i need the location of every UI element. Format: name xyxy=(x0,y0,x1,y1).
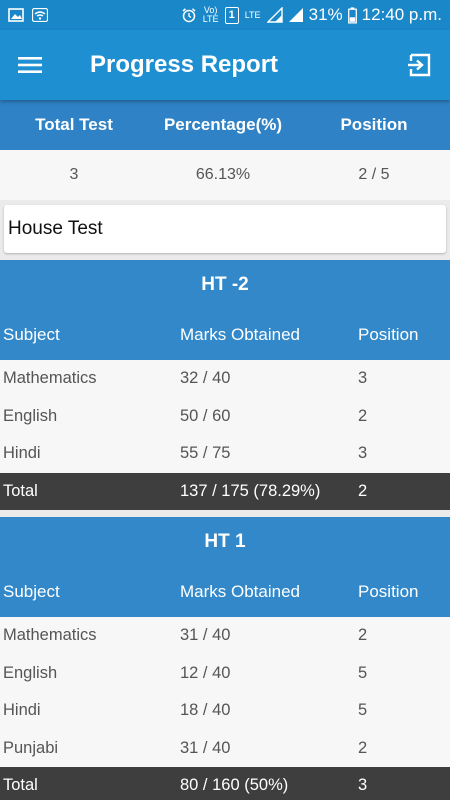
exam-table-header: Subject Marks Obtained Position xyxy=(0,567,450,617)
table-row: Punjabi 31 / 40 2 xyxy=(0,729,450,767)
cell-marks: 50 / 60 xyxy=(180,406,231,425)
status-bar: Vo) LTE 1 LTE 31% 12:40 p.m. xyxy=(0,0,450,30)
total-row: Total 137 / 175 (78.29%) 2 xyxy=(0,472,450,510)
cell-position: 2 xyxy=(358,738,368,757)
cell-position: 2 xyxy=(358,406,368,425)
exam-title: HT -2 xyxy=(0,260,450,310)
summary-header-total-test: Total Test xyxy=(35,115,113,134)
hamburger-icon xyxy=(18,57,42,73)
total-marks: 137 / 175 (78.29%) xyxy=(180,481,321,500)
table-row: Hindi 18 / 40 5 xyxy=(0,692,450,730)
summary-total-test: 3 xyxy=(69,166,79,183)
wifi-icon xyxy=(32,8,48,22)
alarm-icon xyxy=(182,8,196,23)
cell-subject: English xyxy=(3,406,58,425)
table-row: English 50 / 60 2 xyxy=(0,397,450,435)
page-title: Progress Report xyxy=(90,51,279,78)
table-row: Hindi 55 / 75 3 xyxy=(0,435,450,473)
lte-label: LTE xyxy=(244,9,261,20)
total-position: 2 xyxy=(358,481,368,500)
signal-icon xyxy=(266,7,283,23)
gallery-icon xyxy=(8,8,24,22)
exam-title: HT 1 xyxy=(0,517,450,567)
cell-subject: Hindi xyxy=(3,444,41,463)
table-row: Mathematics 31 / 40 2 xyxy=(0,617,450,655)
total-label: Total xyxy=(3,776,38,795)
summary-header: Total Test Percentage(%) Position xyxy=(0,100,450,150)
cell-marks: 31 / 40 xyxy=(180,626,231,645)
total-marks: 80 / 160 (50%) xyxy=(180,776,289,795)
exam-card-ht-2: HT -2 Subject Marks Obtained Position Ma… xyxy=(0,260,450,510)
header-subject: Subject xyxy=(3,325,60,344)
battery-percent: 31% xyxy=(308,5,343,24)
logout-icon xyxy=(408,53,431,77)
summary-header-percentage: Percentage(%) xyxy=(163,115,283,134)
cell-position: 2 xyxy=(358,626,368,645)
status-time: 12:40 p.m. xyxy=(361,5,442,24)
sim-label: 1 xyxy=(224,6,239,24)
app-bar: Progress Report xyxy=(0,30,450,100)
volte-label: Vo) LTE xyxy=(202,5,219,24)
summary-position: 2 / 5 xyxy=(358,166,390,183)
table-row: Mathematics 32 / 40 3 xyxy=(0,360,450,398)
cell-subject: Mathematics xyxy=(3,626,97,645)
cell-position: 3 xyxy=(358,444,368,463)
cell-position: 5 xyxy=(358,663,368,682)
summary-values: 3 66.13% 2 / 5 xyxy=(0,150,450,200)
header-subject: Subject xyxy=(3,582,60,601)
logout-button[interactable] xyxy=(390,30,450,100)
summary-percentage: 66.13% xyxy=(195,166,251,183)
cell-position: 3 xyxy=(358,369,368,388)
header-position: Position xyxy=(358,582,419,601)
cell-subject: English xyxy=(3,663,58,682)
summary-header-position: Position xyxy=(340,115,408,134)
total-label: Total xyxy=(3,481,38,500)
header-marks: Marks Obtained xyxy=(180,582,300,601)
cell-subject: Hindi xyxy=(3,701,41,720)
exam-card-ht-1: HT 1 Subject Marks Obtained Position Mat… xyxy=(0,517,450,800)
exam-type-select[interactable]: House Test xyxy=(4,205,446,253)
cell-marks: 55 / 75 xyxy=(180,444,231,463)
header-marks: Marks Obtained xyxy=(180,325,300,344)
cell-position: 5 xyxy=(358,701,368,720)
cell-marks: 18 / 40 xyxy=(180,701,231,720)
table-row: English 12 / 40 5 xyxy=(0,654,450,692)
header-position: Position xyxy=(358,325,419,344)
exam-type-selected: House Test xyxy=(8,218,103,239)
total-position: 3 xyxy=(358,776,368,795)
signal-icon xyxy=(288,8,303,22)
cell-subject: Mathematics xyxy=(3,369,97,388)
exam-table-header: Subject Marks Obtained Position xyxy=(0,310,450,360)
cell-marks: 12 / 40 xyxy=(180,663,231,682)
cell-marks: 32 / 40 xyxy=(180,369,231,388)
total-row: Total 80 / 160 (50%) 3 xyxy=(0,767,450,800)
battery-icon xyxy=(347,6,357,24)
cell-marks: 31 / 40 xyxy=(180,738,231,757)
menu-button[interactable] xyxy=(0,30,60,100)
cell-subject: Punjabi xyxy=(3,738,59,757)
